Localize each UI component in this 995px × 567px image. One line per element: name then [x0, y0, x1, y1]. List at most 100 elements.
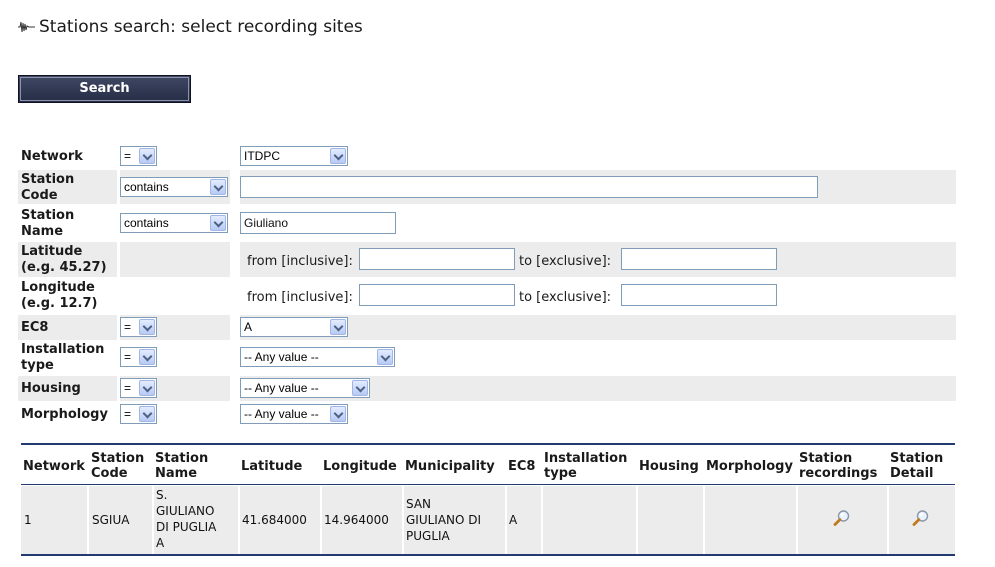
- network-operator-value: =: [124, 149, 132, 163]
- housing-operator-value: =: [124, 381, 132, 395]
- search-button[interactable]: Search: [18, 75, 191, 103]
- longitude-from-label: from [inclusive]:: [247, 290, 353, 305]
- station-name-operator-select[interactable]: contains: [120, 213, 228, 233]
- chevron-down-icon: [139, 406, 155, 422]
- installation-type-label-line2: type: [21, 358, 54, 373]
- cell-morphology: [705, 486, 796, 554]
- ec8-value: A: [244, 320, 253, 334]
- latitude-to-label: to [exclusive]:: [519, 254, 612, 269]
- cell-housing: [638, 486, 703, 554]
- morphology-operator-value: =: [124, 407, 132, 421]
- chevron-down-icon: [210, 215, 226, 231]
- chevron-down-icon: [377, 349, 393, 365]
- latitude-from-input[interactable]: [359, 248, 515, 270]
- morphology-value: -- Any value --: [244, 407, 319, 421]
- station-name-operator-value: contains: [124, 216, 169, 230]
- cell-station-name-line3: DI PUGLIA: [156, 520, 217, 534]
- latitude-from-label: from [inclusive]:: [247, 254, 353, 269]
- chevron-down-icon: [210, 179, 226, 195]
- col-header-station-code: Station Code: [91, 451, 144, 481]
- cell-station-name-text: S. GIULIANO DI PUGLIA A: [156, 487, 216, 551]
- page-title: Stations search: select recording sites: [39, 17, 363, 37]
- col-header-station-detail: Station Detail: [890, 451, 943, 481]
- latitude-label: Latitude (e.g. 45.27): [21, 244, 107, 276]
- filter-row-network: Network = ITDPC: [18, 143, 956, 169]
- col-header-installation-type-1: Installation: [544, 451, 628, 466]
- morphology-label: Morphology: [21, 407, 108, 422]
- installation-type-value-select[interactable]: -- Any value --: [240, 347, 395, 367]
- col-header-latitude: Latitude: [241, 459, 303, 474]
- col-header-installation-type-2: type: [544, 466, 577, 481]
- station-code-label: Station Code: [21, 172, 74, 204]
- latitude-to-input[interactable]: [621, 248, 777, 270]
- housing-value-select[interactable]: -- Any value --: [240, 378, 370, 398]
- filter-row-station-name: Station Name contains Giuliano: [18, 206, 956, 240]
- table-row: 1 SGIUA S. GIULIANO DI PUGLIA A 41.68400…: [21, 486, 955, 554]
- morphology-operator-select[interactable]: =: [120, 404, 157, 424]
- cell-longitude: 14.964000: [322, 486, 402, 554]
- station-code-operator-value: contains: [124, 180, 169, 194]
- morphology-value-select[interactable]: -- Any value --: [240, 404, 348, 424]
- col-header-station-name-1: Station: [155, 451, 209, 466]
- cell-network: 1: [21, 486, 87, 554]
- station-code-operator-select[interactable]: contains: [120, 177, 228, 197]
- cell-station-name-line1: S.: [156, 488, 168, 502]
- cell-latitude-text: 41.684000: [242, 513, 307, 527]
- col-header-station-recordings-1: Station: [799, 451, 853, 466]
- filter-row-latitude: Latitude (e.g. 45.27) from [inclusive]: …: [18, 242, 956, 277]
- ec8-operator-value: =: [124, 320, 132, 334]
- cell-station-name-line2: GIULIANO: [156, 504, 215, 518]
- ec8-operator-select[interactable]: =: [120, 317, 157, 337]
- ec8-value-select[interactable]: A: [240, 317, 348, 337]
- station-name-input[interactable]: Giuliano: [240, 212, 396, 234]
- magnifier-icon[interactable]: [912, 509, 930, 527]
- network-operator-select[interactable]: =: [120, 146, 157, 166]
- col-header-installation-type: Installation type: [544, 451, 627, 481]
- installation-type-value: -- Any value --: [244, 350, 319, 364]
- col-header-station-code-2: Code: [91, 466, 128, 481]
- col-header-station-detail-1: Station: [890, 451, 944, 466]
- cell-ec8-text: A: [509, 513, 518, 527]
- col-header-network: Network: [23, 459, 85, 474]
- chevron-down-icon: [139, 349, 155, 365]
- chevron-down-icon: [330, 319, 346, 335]
- ec8-label: EC8: [21, 320, 49, 335]
- col-header-station-detail-2: Detail: [890, 466, 934, 481]
- col-header-station-code-1: Station: [91, 451, 145, 466]
- filter-row-station-code: Station Code contains: [18, 170, 956, 204]
- cell-municipality: SAN GIULIANO DI PUGLIA: [404, 486, 505, 554]
- network-value: ITDPC: [244, 149, 280, 163]
- row-gap: [230, 315, 240, 340]
- col-header-station-name-2: Name: [155, 466, 198, 481]
- chevron-down-icon: [139, 380, 155, 396]
- title-row: Stations search: select recording sites: [18, 17, 363, 37]
- latitude-label-line1: Latitude: [21, 244, 83, 259]
- magnifier-icon[interactable]: [833, 509, 851, 527]
- station-code-input[interactable]: [240, 176, 818, 198]
- cell-latitude: 41.684000: [240, 486, 320, 554]
- filter-row-longitude: Longitude (e.g. 12.7) from [inclusive]: …: [18, 278, 956, 314]
- longitude-from-input[interactable]: [359, 284, 515, 306]
- installation-type-operator-value: =: [124, 350, 132, 364]
- longitude-label-line2: (e.g. 12.7): [21, 296, 98, 311]
- chevron-down-icon: [330, 148, 346, 164]
- waveform-icon: [18, 21, 35, 33]
- installation-type-operator-select[interactable]: =: [120, 347, 157, 367]
- filter-row-morphology: Morphology = -- Any value --: [18, 402, 956, 427]
- header-divider: [21, 484, 955, 485]
- row-gap: [230, 242, 240, 277]
- col-header-station-recordings: Station recordings: [799, 451, 877, 481]
- longitude-to-input[interactable]: [621, 284, 777, 306]
- cell-ec8: A: [507, 486, 541, 554]
- col-header-longitude: Longitude: [323, 459, 397, 474]
- filter-row-installation-type: Installation type = -- Any value --: [18, 341, 956, 375]
- row-gap: [230, 376, 240, 401]
- station-code-label-line1: Station: [21, 172, 75, 187]
- chevron-down-icon: [139, 148, 155, 164]
- cell-longitude-text: 14.964000: [324, 513, 389, 527]
- col-header-station-recordings-2: recordings: [799, 466, 878, 481]
- housing-operator-select[interactable]: =: [120, 378, 157, 398]
- network-value-select[interactable]: ITDPC: [240, 146, 348, 166]
- table-bottom-border: [21, 554, 955, 556]
- col-header-municipality: Municipality: [405, 459, 495, 474]
